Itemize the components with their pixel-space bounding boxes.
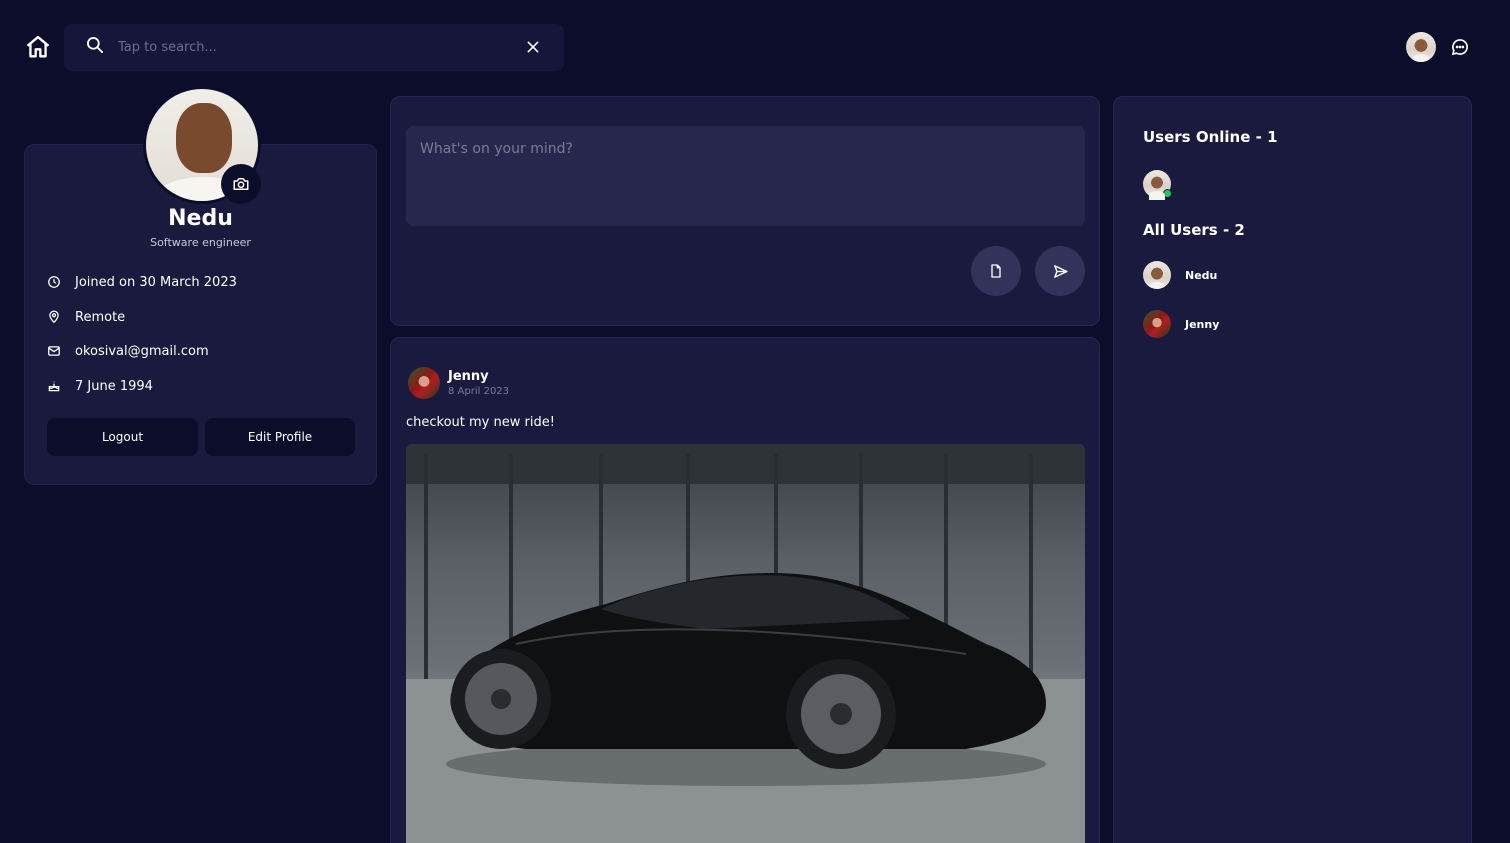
- post-image: [406, 444, 1085, 843]
- online-user-avatar[interactable]: [1143, 170, 1172, 200]
- profile-role: Software engineer: [150, 236, 251, 249]
- users-panel: [1113, 96, 1472, 843]
- online-status-dot: [1163, 189, 1172, 198]
- user-item[interactable]: Nedu: [1143, 261, 1217, 289]
- location-pin-icon: [46, 309, 62, 325]
- users-online-title: Users Online - 1: [1143, 128, 1278, 146]
- joined-text: Joined on 30 March 2023: [75, 274, 237, 290]
- chat-icon[interactable]: [1449, 36, 1471, 58]
- send-icon[interactable]: [1035, 246, 1085, 296]
- cake-icon: [46, 378, 62, 394]
- avatar: [1143, 310, 1171, 338]
- profile-name: Nedu: [168, 206, 233, 231]
- close-icon[interactable]: [522, 36, 544, 58]
- post-text: checkout my new ride!: [406, 415, 555, 430]
- mail-icon: [46, 343, 62, 359]
- user-name: Nedu: [1185, 268, 1218, 282]
- avatar[interactable]: [1406, 32, 1436, 62]
- joined-row: Joined on 30 March 2023: [46, 272, 237, 292]
- user-item[interactable]: Jenny: [1143, 310, 1219, 338]
- edit-profile-button[interactable]: Edit Profile: [205, 418, 355, 456]
- post-author-name[interactable]: Jenny: [448, 369, 489, 384]
- location-row: Remote: [46, 307, 125, 327]
- post-input[interactable]: [406, 126, 1085, 226]
- clock-icon: [46, 274, 62, 290]
- post-author-avatar[interactable]: [408, 367, 440, 399]
- avatar: [1143, 261, 1171, 289]
- email-text: okosival@gmail.com: [75, 343, 209, 359]
- user-name: Jenny: [1185, 317, 1220, 331]
- location-text: Remote: [75, 309, 126, 325]
- home-icon[interactable]: [24, 33, 52, 61]
- file-icon[interactable]: [971, 246, 1021, 296]
- camera-icon[interactable]: [221, 164, 261, 204]
- birthday-text: 7 June 1994: [75, 378, 153, 394]
- logout-button[interactable]: Logout: [47, 418, 198, 456]
- search-input[interactable]: [118, 36, 508, 58]
- search-bar: [64, 24, 564, 71]
- all-users-title: All Users - 2: [1143, 221, 1245, 239]
- post-date: 8 April 2023: [448, 386, 510, 397]
- search-icon: [84, 34, 106, 56]
- birthday-row: 7 June 1994: [46, 376, 153, 396]
- email-row: okosival@gmail.com: [46, 341, 209, 361]
